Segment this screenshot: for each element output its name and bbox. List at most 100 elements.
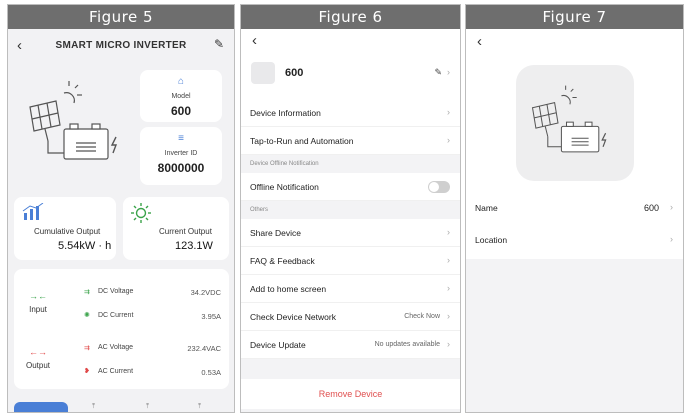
chevron-right-icon: › xyxy=(447,255,450,265)
remove-device-button[interactable]: Remove Device xyxy=(241,379,460,409)
solar-panel-icon xyxy=(29,100,61,142)
cumulative-output-value: 5.54kW · h xyxy=(58,240,112,252)
inverter-illustration xyxy=(531,85,607,153)
edit-icon[interactable]: ✎ xyxy=(434,67,442,78)
lightning-icon xyxy=(110,136,118,154)
faq-feedback-label: FAQ & Feedback xyxy=(250,256,315,266)
inverter-id-label: Inverter ID xyxy=(164,150,198,157)
page-title: SMART MICRO INVERTER xyxy=(55,40,187,51)
offline-notification-label: Offline Notification xyxy=(250,182,319,192)
bottom-nav: ⤒ ⤒ ⤒ xyxy=(8,398,234,412)
faq-feedback-row[interactable]: FAQ & Feedback › xyxy=(241,247,460,275)
chevron-right-icon: › xyxy=(447,107,450,117)
back-icon[interactable]: ‹ xyxy=(477,33,482,50)
cumulative-output-label: Cumulative Output xyxy=(34,227,101,236)
device-header: ‹ 600 ✎ › xyxy=(241,29,460,99)
device-edit-page: ‹ Name 600 › Location › xyxy=(466,29,683,259)
check-network-row[interactable]: Check Device Network Check Now › xyxy=(241,303,460,331)
others-section-label: Others xyxy=(250,207,269,213)
device-information-label: Device Information xyxy=(250,108,321,118)
check-network-label: Check Device Network xyxy=(250,312,336,322)
app-header: ‹ SMART MICRO INVERTER ✎ xyxy=(8,29,234,63)
input-output-card: →← Input ←→ Output ⇉ DC Voltage 34.2VDC … xyxy=(14,269,229,389)
current-output-label: Current Output xyxy=(159,227,212,236)
ac-voltage-label: AC Voltage xyxy=(98,344,134,351)
offline-section-header: Device Offline Notification xyxy=(241,155,460,173)
chevron-right-icon: › xyxy=(670,202,673,212)
offline-notification-toggle[interactable] xyxy=(428,181,450,193)
device-update-row[interactable]: Device Update No updates available › xyxy=(241,331,460,359)
chevron-right-icon: › xyxy=(447,339,450,349)
nav-settings-tab[interactable]: ⤒ xyxy=(146,403,149,411)
chevron-right-icon[interactable]: › xyxy=(447,67,450,77)
device-name: 600 xyxy=(285,67,304,79)
add-to-home-label: Add to home screen xyxy=(250,284,327,294)
figure-5-panel: Figure 5 ‹ SMART MICRO INVERTER ✎ ⌂ Mode… xyxy=(7,4,235,413)
ac-current-icon: ❥ xyxy=(84,368,90,375)
back-icon[interactable]: ‹ xyxy=(252,32,257,49)
name-label: Name xyxy=(475,203,498,213)
name-row[interactable]: Name 600 › xyxy=(466,193,683,223)
chevron-right-icon: › xyxy=(447,283,450,293)
dc-current-label: DC Current xyxy=(98,312,134,319)
figure-6-panel: Figure 6 ‹ 600 ✎ › Device Information › … xyxy=(240,4,461,413)
offline-section-label: Device Offline Notification xyxy=(250,161,319,167)
figure-7-title: Figure 7 xyxy=(466,5,683,29)
ac-voltage-value: 232.4VAC xyxy=(187,344,221,353)
inverter-box-icon xyxy=(47,123,109,160)
sun-icon xyxy=(561,85,577,105)
tap-to-run-label: Tap-to-Run and Automation xyxy=(250,136,354,146)
output-label: Output xyxy=(25,361,50,370)
edit-icon[interactable]: ✎ xyxy=(214,37,224,51)
device-image[interactable] xyxy=(516,65,634,181)
ac-voltage-icon: ⇉ xyxy=(84,345,90,352)
location-row[interactable]: Location › xyxy=(466,225,683,255)
solar-panel-icon xyxy=(531,101,559,137)
bar-chart-icon xyxy=(22,203,44,220)
device-thumbnail-icon xyxy=(251,62,275,84)
name-value: 600 xyxy=(643,203,659,213)
chevron-right-icon: › xyxy=(447,135,450,145)
inverter-id-card: ≡ Inverter ID 8000000 xyxy=(140,127,222,185)
inverter-illustration xyxy=(29,81,118,160)
home-icon: ⌂ xyxy=(177,76,185,87)
model-label: Model xyxy=(171,93,191,100)
current-output-value: 123.1W xyxy=(175,240,213,252)
dc-current-value: 3.95A xyxy=(201,312,221,321)
chevron-right-icon: › xyxy=(447,311,450,321)
nav-more-tab[interactable]: ⤒ xyxy=(198,403,201,411)
chevron-right-icon: › xyxy=(447,227,450,237)
dc-voltage-icon: ⇉ xyxy=(84,289,90,296)
inverter-box-icon xyxy=(547,121,600,153)
offline-notification-row: Offline Notification xyxy=(241,173,460,201)
model-value: 600 xyxy=(170,104,192,118)
check-network-status: Check Now xyxy=(404,313,440,320)
device-update-label: Device Update xyxy=(250,340,306,350)
dc-voltage-value: 34.2VDC xyxy=(190,288,221,297)
current-output-card: Current Output 123.1W xyxy=(123,197,229,260)
input-arrows-icon: →← xyxy=(29,291,47,301)
location-label: Location xyxy=(475,235,508,245)
figure-6-title: Figure 6 xyxy=(241,5,460,29)
output-arrows-icon: ←→ xyxy=(29,347,47,357)
share-device-row[interactable]: Share Device › xyxy=(241,219,460,247)
tap-to-run-row[interactable]: Tap-to-Run and Automation › xyxy=(241,127,460,155)
figure-7-panel: Figure 7 ‹ Name 600 › Location › xyxy=(465,4,684,413)
input-label: Input xyxy=(29,305,47,314)
lightning-icon xyxy=(601,132,607,148)
nav-home-tab[interactable] xyxy=(14,402,68,412)
sun-icon xyxy=(131,203,151,223)
nav-stats-tab[interactable]: ⤒ xyxy=(92,403,95,411)
dc-current-icon: ✺ xyxy=(84,312,90,319)
device-update-status: No updates available xyxy=(374,341,440,348)
chevron-right-icon: › xyxy=(670,234,673,244)
add-to-home-row[interactable]: Add to home screen › xyxy=(241,275,460,303)
list-icon: ≡ xyxy=(178,133,184,144)
others-section-header: Others xyxy=(241,201,460,219)
device-information-row[interactable]: Device Information › xyxy=(241,99,460,127)
ac-current-label: AC Current xyxy=(98,368,134,375)
model-card: ⌂ Model 600 xyxy=(140,70,222,122)
sun-icon xyxy=(63,81,82,104)
inverter-id-value: 8000000 xyxy=(157,161,205,175)
ac-current-value: 0.53A xyxy=(201,368,221,377)
